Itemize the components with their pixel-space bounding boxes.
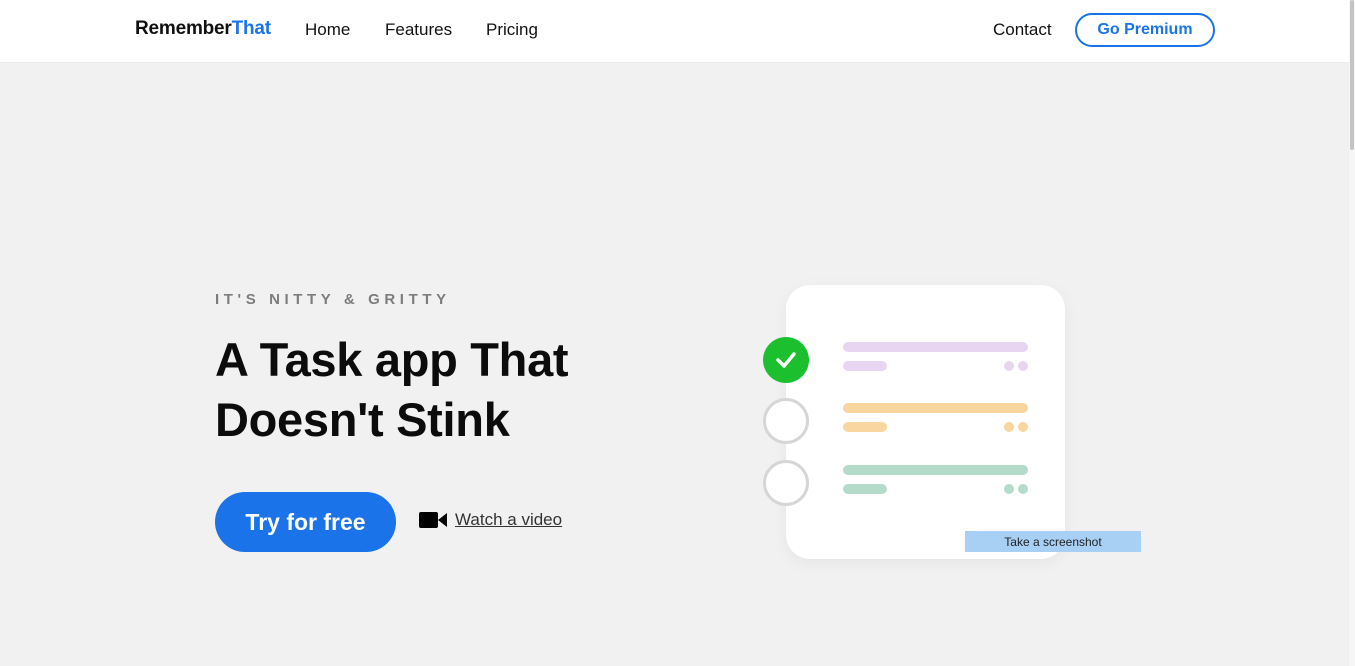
logo-text-that: That — [231, 18, 272, 39]
task-title-bar — [843, 342, 1028, 352]
checkmark-icon — [776, 352, 796, 368]
task-dot — [1004, 361, 1014, 371]
nav-link-pricing[interactable]: Pricing — [486, 20, 538, 40]
task-dot — [1018, 422, 1028, 432]
page-scrollbar[interactable] — [1349, 0, 1355, 666]
task-subtitle-bar — [843, 484, 887, 494]
try-for-free-button[interactable]: Try for free — [215, 492, 396, 552]
task-dot — [1018, 361, 1028, 371]
task-title-bar — [843, 465, 1028, 475]
nav-link-home[interactable]: Home — [305, 20, 350, 40]
headline-line-2: Doesn't Stink — [215, 393, 510, 446]
headline-line-1: A Task app That — [215, 333, 569, 386]
hero-eyebrow: IT'S NITTY & GRITTY — [215, 291, 451, 308]
nav-link-features[interactable]: Features — [385, 20, 452, 40]
task-dot — [1018, 484, 1028, 494]
top-navigation-bar: RememberThat Home Features Pricing Conta… — [0, 0, 1349, 63]
task-dot — [1004, 484, 1014, 494]
scrollbar-thumb[interactable] — [1350, 0, 1354, 150]
hero-headline: A Task app That Doesn't Stink — [215, 330, 685, 450]
completed-check-icon — [763, 337, 809, 383]
take-screenshot-tooltip[interactable]: Take a screenshot — [965, 531, 1141, 552]
task-list-illustration-card — [786, 285, 1065, 559]
go-premium-button[interactable]: Go Premium — [1075, 13, 1215, 47]
nav-link-contact[interactable]: Contact — [993, 20, 1052, 40]
empty-circle-icon — [763, 398, 809, 444]
empty-circle-icon — [763, 460, 809, 506]
watch-video-link[interactable]: Watch a video — [419, 507, 562, 533]
task-subtitle-bar — [843, 361, 887, 371]
task-dot — [1004, 422, 1014, 432]
watch-video-label: Watch a video — [455, 510, 563, 529]
video-camera-icon — [419, 512, 447, 528]
task-title-bar — [843, 403, 1028, 413]
brand-logo[interactable]: RememberThat — [135, 18, 271, 40]
task-subtitle-bar — [843, 422, 887, 432]
logo-text-remember: Remember — [135, 18, 232, 39]
